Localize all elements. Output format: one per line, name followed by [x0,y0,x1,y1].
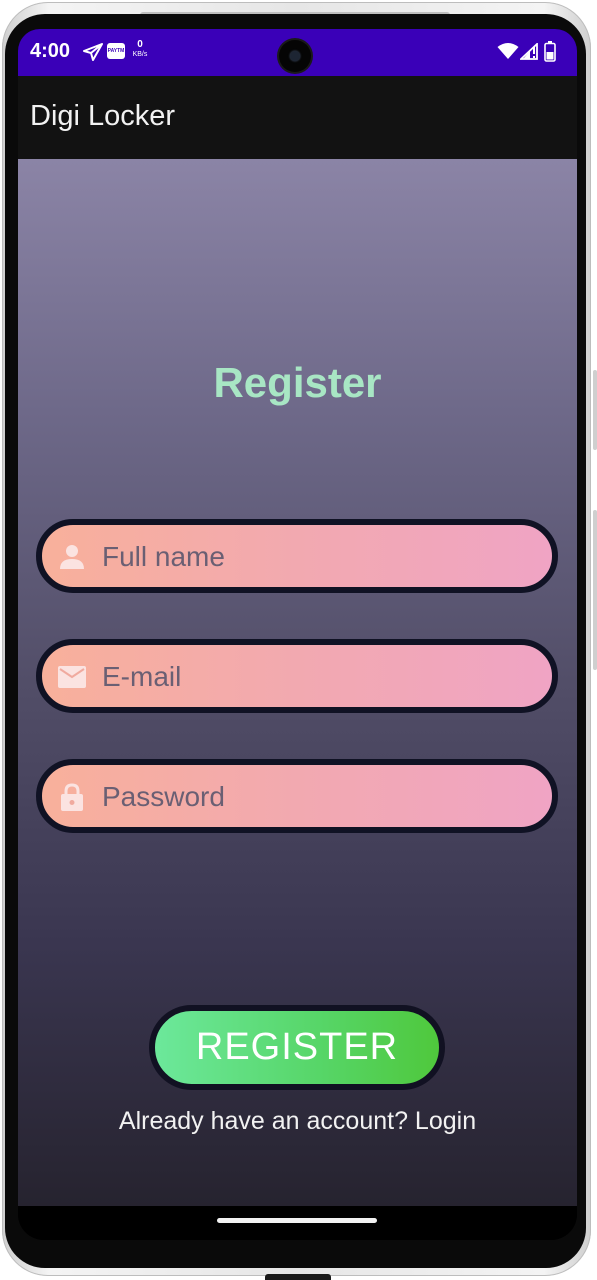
front-camera [279,40,311,72]
home-indicator[interactable] [217,1218,377,1223]
battery-icon [544,41,556,62]
wifi-icon [497,43,519,59]
password-input[interactable]: Password [102,781,225,813]
status-bar: 4:00 PAYTM 0 KB/s [18,29,577,76]
volume-button [593,370,597,450]
usb-port [265,1274,331,1280]
register-button[interactable]: REGISTER [149,1005,445,1090]
power-button [593,510,597,670]
email-input[interactable]: E-mail [102,661,181,693]
email-field[interactable]: E-mail [36,639,558,713]
network-speed-value: 0 [137,39,143,50]
paytm-icon: PAYTM [107,43,125,59]
app-bar: Digi Locker [18,76,577,159]
login-link[interactable]: Already have an account? Login [18,1107,577,1136]
send-icon [83,43,103,61]
person-icon [60,545,84,569]
lock-icon [61,783,83,811]
app-title: Digi Locker [30,100,176,132]
mail-icon [58,666,86,688]
network-speed: 0 KB/s [129,40,151,60]
signal-icon [520,43,538,60]
screen: 4:00 PAYTM 0 KB/s Digi Locker Register F… [18,29,577,1240]
network-speed-unit: KB/s [132,51,148,58]
full-name-field[interactable]: Full name [36,519,558,593]
status-time: 4:00 [30,40,71,62]
register-screen: Register Full name E-mail Password REGIS… [18,159,577,1206]
password-field[interactable]: Password [36,759,558,833]
navigation-bar [18,1206,577,1240]
full-name-input[interactable]: Full name [102,541,225,573]
page-title: Register [213,359,382,406]
